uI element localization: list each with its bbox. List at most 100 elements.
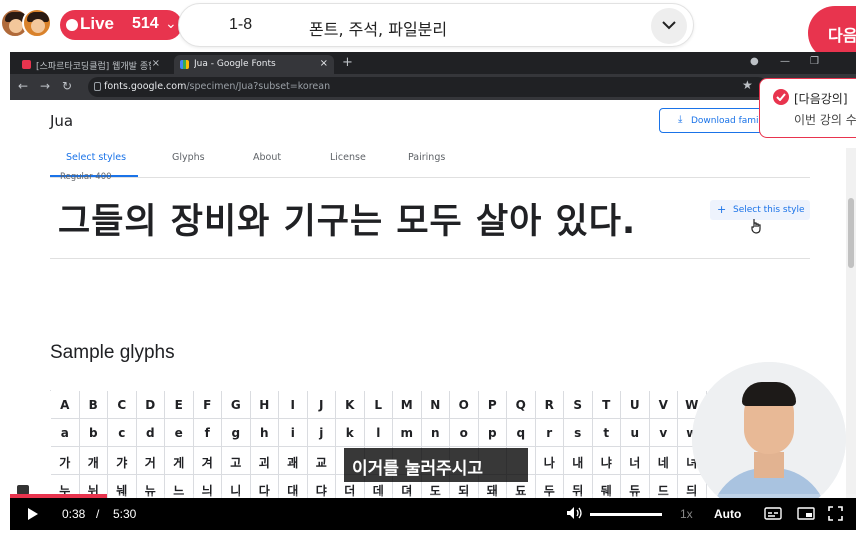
style-name: Regular 400: [60, 172, 112, 182]
lecture-header: Live 514 ⌄ 1-8 폰트, 주석, 파일분리 다음: [0, 0, 856, 60]
font-name-title: Jua: [50, 112, 74, 130]
glyph-char: u: [630, 426, 640, 440]
volume-icon[interactable]: [566, 506, 582, 520]
glyph-cell: a: [51, 419, 80, 447]
select-this-style-button: + Select this style: [710, 200, 810, 220]
glyph-char: n: [430, 426, 440, 440]
glyph-cell: Q: [507, 391, 536, 419]
close-icon: ×: [319, 58, 328, 69]
lecture-number: 1-8: [229, 16, 253, 33]
glyph-cell: e: [165, 419, 194, 447]
bottom-strip: [0, 530, 856, 537]
glyph-cell: s: [564, 419, 593, 447]
lecture-selector[interactable]: 1-8 폰트, 주석, 파일분리: [178, 3, 694, 47]
glyph-char: 나: [543, 456, 555, 470]
tab-select-styles: Select styles: [66, 152, 127, 163]
download-icon: ⤓: [678, 114, 683, 125]
glyph-cell: i: [279, 419, 308, 447]
browser-tab: Jua - Google Fonts ×: [174, 55, 334, 74]
browser-tab: [스파르타코딩클럽] 웹개발 종합 ×: [16, 55, 166, 74]
subtitle-caption: 이거를 눌러주시고: [344, 448, 528, 482]
glyph-cell: 교: [307, 447, 336, 475]
pip-icon[interactable]: [797, 507, 815, 520]
glyph-char: T: [602, 398, 611, 412]
glyph-cell: 네: [649, 447, 678, 475]
subtitles-icon[interactable]: [764, 507, 782, 520]
glyph-char: R: [544, 398, 554, 412]
back-icon: ←: [18, 79, 29, 93]
glyph-char: F: [203, 398, 212, 412]
glyph-char: 거: [144, 456, 156, 470]
close-icon: ×: [151, 58, 160, 69]
glyph-cell: L: [364, 391, 393, 419]
play-icon[interactable]: [27, 507, 39, 521]
restore-icon: ❐: [810, 56, 819, 67]
quality-button[interactable]: Auto: [714, 507, 741, 521]
live-label: Live: [80, 14, 115, 33]
live-viewers-button[interactable]: Live 514 ⌄: [60, 10, 182, 40]
glyph-cell: 개: [79, 447, 108, 475]
glyph-cell: 갸: [108, 447, 137, 475]
sample-text-preview: 그들의 장비와 기구는 모두 살아 있다.: [58, 202, 637, 242]
toast-title: [다음강의]: [794, 92, 848, 106]
glyph-char: J: [319, 398, 324, 412]
glyph-cell: 나: [535, 447, 564, 475]
glyph-char: m: [400, 426, 413, 440]
glyph-char: G: [230, 398, 241, 412]
glyph-cell: C: [108, 391, 137, 419]
url-host: fonts.google.com: [104, 81, 187, 92]
glyph-cell: o: [450, 419, 479, 447]
speed-button[interactable]: 1x: [680, 507, 693, 521]
glyph-cell: E: [165, 391, 194, 419]
star-icon: ★: [742, 78, 753, 92]
glyph-cell: l: [364, 419, 393, 447]
glyph-cell: J: [307, 391, 336, 419]
account-icon: ●: [750, 56, 759, 67]
fullscreen-icon[interactable]: [828, 506, 843, 521]
time-separator: /: [96, 507, 100, 521]
glyph-char: S: [573, 398, 583, 412]
glyph-char: b: [88, 426, 98, 440]
glyph-char: 고: [230, 456, 242, 470]
new-tab-icon: +: [342, 55, 353, 70]
glyph-char: U: [629, 398, 640, 412]
glyph-char: H: [259, 398, 270, 412]
glyph-cell: A: [51, 391, 80, 419]
glyph-char: s: [574, 426, 582, 440]
glyph-cell: d: [136, 419, 165, 447]
glyph-char: I: [290, 398, 295, 412]
live-dot-icon: [66, 19, 78, 31]
select-this-style-label: Select this style: [733, 205, 805, 215]
glyph-char: M: [400, 398, 413, 412]
glyph-cell: B: [79, 391, 108, 419]
lecture-dropdown-button[interactable]: [651, 8, 687, 44]
glyph-char: 게: [173, 456, 185, 470]
viewer-count: 514: [132, 15, 159, 32]
glyph-cell: t: [592, 419, 621, 447]
glyph-char: D: [145, 398, 156, 412]
instructor-webcam: [692, 362, 846, 516]
glyph-cell: m: [393, 419, 422, 447]
glyph-cell: 가: [51, 447, 80, 475]
glyph-cell: N: [421, 391, 450, 419]
glyph-cell: 게: [165, 447, 194, 475]
glyph-char: p: [487, 426, 497, 440]
glyph-cell: T: [592, 391, 621, 419]
download-family-label: Download family: [691, 116, 767, 126]
glyph-char: 너: [629, 456, 641, 470]
tab-about: About: [253, 152, 282, 163]
minimize-icon: —: [780, 56, 790, 67]
hand-cursor-icon: [751, 219, 761, 234]
glyph-char: 갸: [116, 456, 128, 470]
glyph-cell: k: [336, 419, 365, 447]
glyph-char: 괘: [287, 456, 299, 470]
forward-icon: →: [40, 79, 51, 93]
next-lecture-toast[interactable]: [다음강의] 이번 강의 수: [759, 78, 856, 138]
volume-slider[interactable]: [590, 513, 662, 516]
glyph-char: d: [145, 426, 155, 440]
glyph-cell: U: [621, 391, 650, 419]
lecture-title: 폰트, 주석, 파일분리: [309, 20, 448, 39]
glyph-char: 겨: [201, 456, 213, 470]
subtitle-text: 이거를 눌러주시고: [352, 459, 484, 479]
glyph-cell: P: [478, 391, 507, 419]
